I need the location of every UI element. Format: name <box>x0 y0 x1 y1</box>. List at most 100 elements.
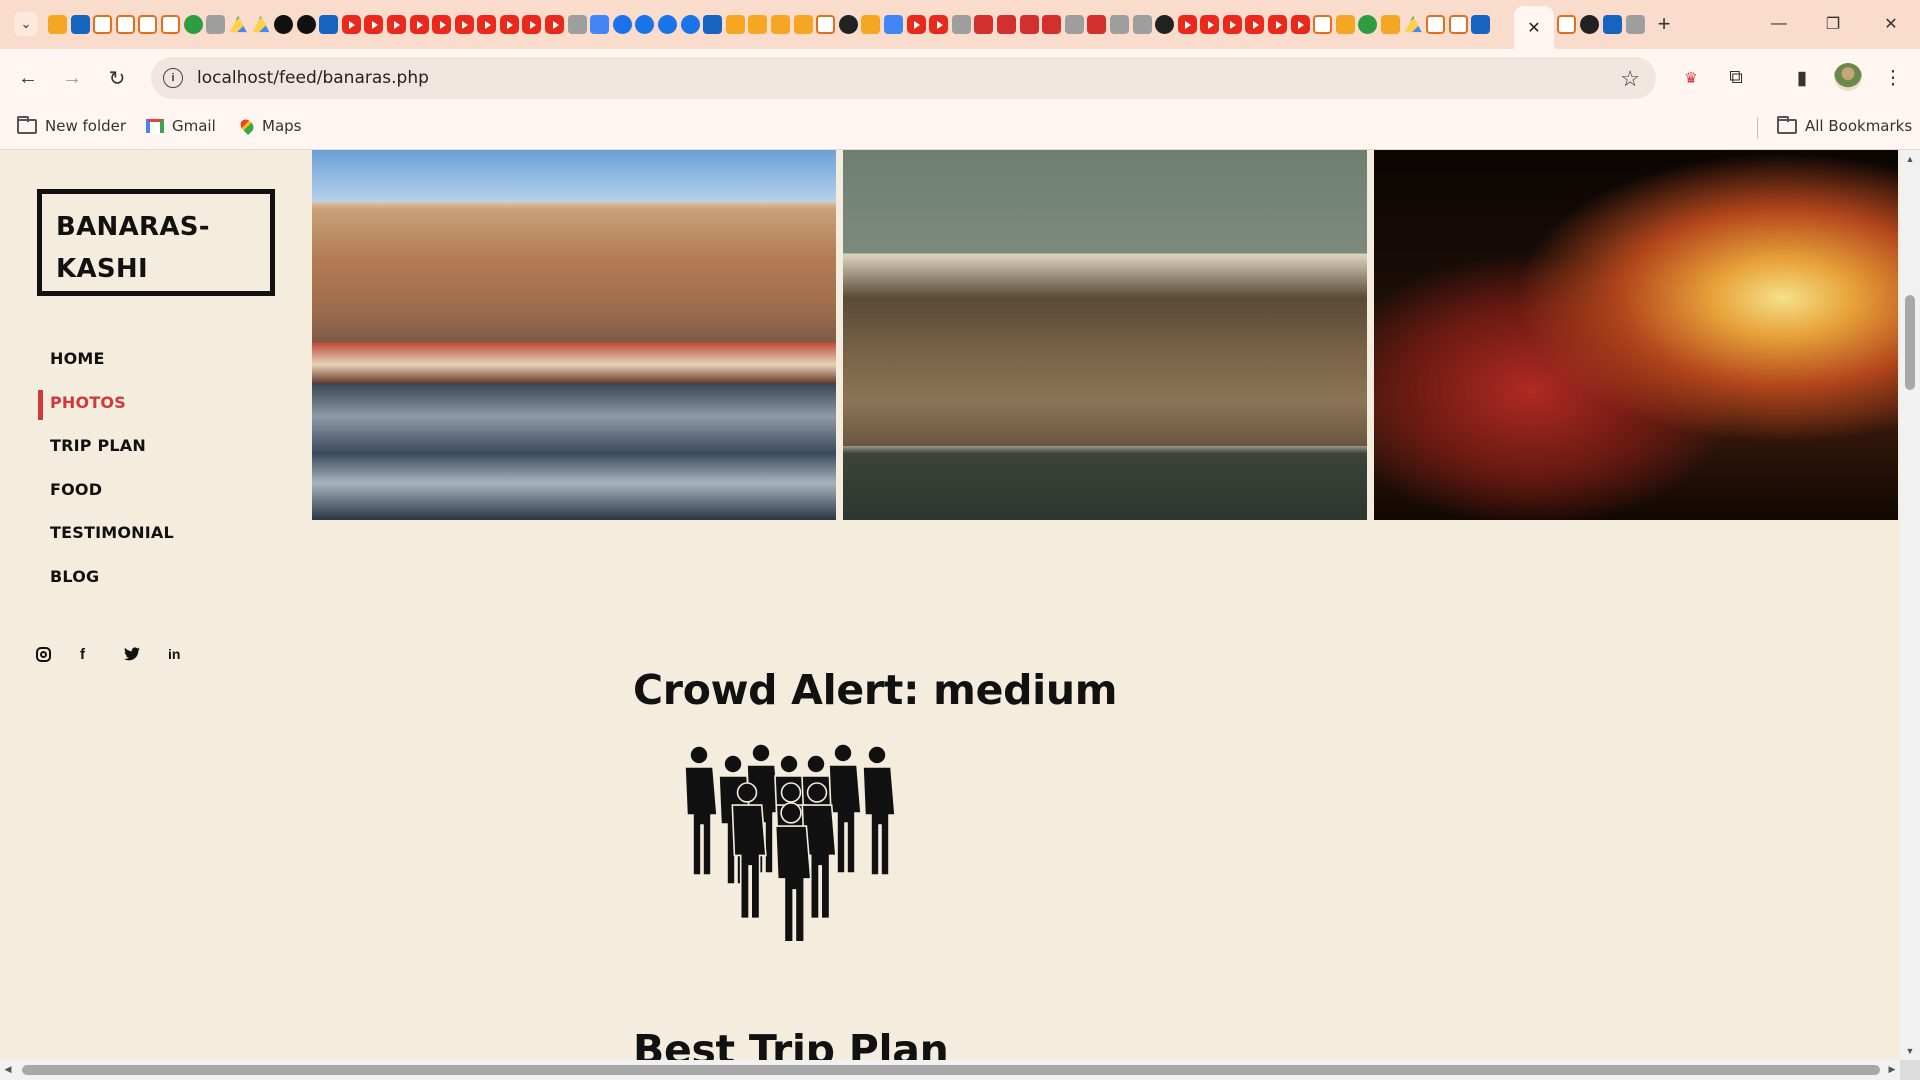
bookmark-gmail[interactable]: Gmail <box>146 117 216 135</box>
twitter-link[interactable] <box>124 641 168 667</box>
restore-button[interactable]: ❐ <box>1817 10 1849 38</box>
tab-favicon-yt-icon[interactable] <box>1268 15 1288 34</box>
linkedin-link[interactable]: in <box>168 641 212 667</box>
tab-favicon-yt-icon[interactable] <box>409 15 429 34</box>
tab-favicon-grey-icon[interactable] <box>567 15 587 34</box>
tab-favicon-grey-icon[interactable] <box>951 15 971 34</box>
new-tab-button[interactable]: + <box>1652 11 1676 36</box>
reload-button[interactable]: ↻ <box>102 63 132 93</box>
tab-favicon-outline-icon[interactable] <box>1557 15 1576 34</box>
nav-item-food[interactable]: FOOD <box>38 468 258 512</box>
tab-favicon-yt-icon[interactable] <box>499 15 519 34</box>
tab-favicon-yt-icon[interactable] <box>906 15 926 34</box>
tab-favicon-orange-icon[interactable] <box>771 15 790 34</box>
extension-icon[interactable]: ♛ <box>1676 63 1706 93</box>
scroll-right-icon[interactable]: ▶ <box>1884 1064 1900 1075</box>
nav-item-testimonial[interactable]: TESTIMONIAL <box>38 511 258 555</box>
tab-favicon-gh-icon[interactable] <box>838 15 858 34</box>
tab-favicon-yt-icon[interactable] <box>1245 15 1265 34</box>
tab-favicon-prime-icon[interactable] <box>319 15 339 34</box>
tab-favicon-yt-icon[interactable] <box>1200 15 1220 34</box>
tab-favicon-dark-icon[interactable] <box>296 15 316 34</box>
close-tab-icon[interactable]: ✕ <box>1527 18 1540 38</box>
tab-favicon-red-icon[interactable] <box>1087 15 1107 34</box>
nav-item-trip-plan[interactable]: TRIP PLAN <box>38 424 258 468</box>
bookmark-star-icon[interactable]: ☆ <box>1620 66 1640 92</box>
tab-favicon-yt-icon[interactable] <box>477 15 497 34</box>
back-button[interactable]: ← <box>13 63 43 93</box>
tab-favicon-yt-icon[interactable] <box>341 15 361 34</box>
tab-favicon-yt-icon[interactable] <box>929 15 949 34</box>
tab-favicon-tv-icon[interactable] <box>183 15 203 34</box>
tab-favicon-orange-icon[interactable] <box>861 15 881 34</box>
tab-favicon-h-icon[interactable] <box>138 15 158 34</box>
vertical-scroll-thumb[interactable] <box>1905 295 1915 390</box>
tab-favicon-s-icon[interactable] <box>1603 15 1622 34</box>
horizontal-scroll-thumb[interactable] <box>22 1065 1880 1075</box>
tab-favicon-outline-icon[interactable] <box>1448 15 1468 34</box>
tab-favicon-red-icon[interactable] <box>1019 15 1039 34</box>
tab-favicon-yt-icon[interactable] <box>1290 15 1310 34</box>
tab-favicon-yt-icon[interactable] <box>1177 15 1197 34</box>
tab-favicon-orange-icon[interactable] <box>793 15 813 34</box>
tab-favicon-person-icon[interactable] <box>206 15 226 34</box>
tab-favicon-s-icon[interactable] <box>703 15 723 34</box>
instagram-link[interactable] <box>36 641 80 667</box>
tab-favicon-grey-icon[interactable] <box>1109 15 1129 34</box>
close-window-button[interactable]: ✕ <box>1875 10 1907 38</box>
tab-favicon-h-icon[interactable] <box>160 15 180 34</box>
active-tab[interactable]: ✕ <box>1514 6 1554 49</box>
tab-favicon-yt-icon[interactable] <box>522 15 542 34</box>
horizontal-scrollbar[interactable]: ◀ ▶ <box>0 1060 1900 1080</box>
tab-favicon-red-icon[interactable] <box>974 15 994 34</box>
side-panel-icon[interactable]: ▮ <box>1787 63 1817 93</box>
tab-favicon-red-icon[interactable] <box>996 15 1016 34</box>
tab-favicon-fox-icon[interactable] <box>48 15 67 34</box>
tab-favicon-g-icon[interactable] <box>816 15 836 34</box>
tab-favicon-dark-icon[interactable] <box>273 15 293 34</box>
all-bookmarks-button[interactable]: All Bookmarks <box>1777 115 1912 135</box>
tab-favicon-green-icon[interactable] <box>1358 15 1378 34</box>
tab-favicon-orange-icon[interactable] <box>725 15 745 34</box>
gallery-photo-ghats-riverfront[interactable] <box>843 150 1367 520</box>
nav-item-home[interactable]: HOME <box>38 337 258 381</box>
tab-favicon-yt-icon[interactable] <box>364 15 384 34</box>
menu-kebab-icon[interactable]: ⋮ <box>1878 63 1908 93</box>
minimize-button[interactable]: — <box>1763 10 1795 38</box>
bookmark-new-folder[interactable]: New folder <box>17 115 126 135</box>
gallery-photo-night-aarti[interactable] <box>1374 150 1898 520</box>
tab-favicon-grey-icon[interactable] <box>1132 15 1152 34</box>
facebook-link[interactable]: f <box>80 641 124 667</box>
tab-favicon-c-icon[interactable] <box>680 15 700 34</box>
tab-favicon-gh-icon[interactable] <box>1580 15 1599 34</box>
tab-favicon-drive-icon[interactable] <box>1404 15 1422 33</box>
tab-favicon-h-icon[interactable] <box>115 15 135 34</box>
tab-favicon-outline-icon[interactable] <box>1313 15 1333 34</box>
extensions-puzzle-icon[interactable]: ⧉ <box>1721 63 1751 93</box>
bookmark-maps[interactable]: Maps <box>237 116 301 136</box>
url-text[interactable]: localhost/feed/banaras.php <box>197 68 429 88</box>
tab-favicon-c-icon[interactable] <box>658 15 678 34</box>
gallery-photo-ghats-boats[interactable] <box>312 150 836 520</box>
scroll-down-icon[interactable]: ▼ <box>1900 1046 1920 1056</box>
site-logo[interactable]: BANARAS- KASHI <box>37 189 275 296</box>
tab-favicon-drive-icon[interactable] <box>229 15 247 33</box>
tab-favicon-grid-icon[interactable] <box>70 15 90 34</box>
tab-search-button[interactable]: ⌄ <box>14 12 38 36</box>
tab-favicon-red-icon[interactable] <box>1042 15 1062 34</box>
tab-favicon-yt-icon[interactable] <box>432 15 452 34</box>
scroll-left-icon[interactable]: ◀ <box>0 1064 16 1075</box>
tab-favicon-drive-icon[interactable] <box>252 15 270 33</box>
nav-item-blog[interactable]: BLOG <box>38 555 258 599</box>
tab-favicon-grey-icon[interactable] <box>1064 15 1084 34</box>
tab-favicon-orange-icon[interactable] <box>1381 15 1401 34</box>
tab-favicon-yt-icon[interactable] <box>386 15 406 34</box>
tab-favicon-outline-icon[interactable] <box>1426 15 1446 34</box>
tab-favicon-doc-icon[interactable] <box>883 15 903 34</box>
tab-favicon-orange-icon[interactable] <box>748 15 768 34</box>
tab-favicon-s-icon[interactable] <box>1471 15 1491 34</box>
vertical-scrollbar[interactable]: ▲ ▼ <box>1900 150 1920 1060</box>
tab-favicon-yt-icon[interactable] <box>454 15 474 34</box>
tab-favicon-c-icon[interactable] <box>635 15 655 34</box>
tab-favicon-yt-icon[interactable] <box>545 15 565 34</box>
